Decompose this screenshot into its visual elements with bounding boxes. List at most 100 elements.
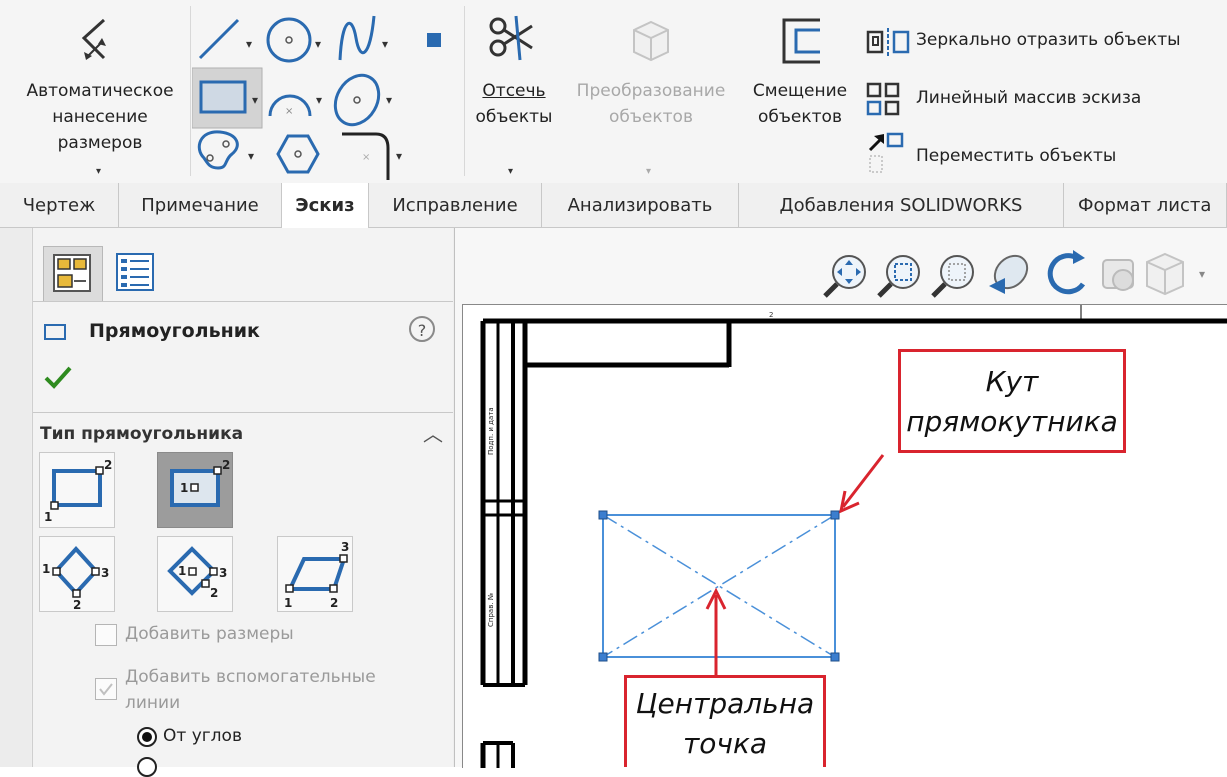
parallelogram-icon: 3 1 2 bbox=[284, 540, 349, 610]
zoom-to-area-icon[interactable] bbox=[877, 255, 920, 298]
corner-arrow bbox=[838, 454, 885, 514]
chevron-down-icon[interactable]: ▾ bbox=[96, 166, 101, 177]
polygon-icon[interactable] bbox=[276, 134, 320, 174]
add-construction-lines-label: Добавить вспомогательные линии bbox=[125, 664, 376, 716]
center-rectangle-icon: 1 2 bbox=[170, 458, 230, 507]
chevron-down-icon[interactable]: ▾ bbox=[508, 166, 513, 177]
rect-type-3pt-center[interactable]: 1 3 2 bbox=[157, 536, 233, 612]
ok-checkmark-icon[interactable] bbox=[43, 364, 73, 390]
svg-text:1: 1 bbox=[180, 481, 188, 495]
divider bbox=[33, 412, 453, 413]
trim-button[interactable]: Отсечь объекты ▾ bbox=[466, 8, 562, 178]
rect-type-corner[interactable]: 2 1 bbox=[39, 452, 115, 528]
svg-text:2: 2 bbox=[330, 596, 338, 610]
svg-text:▾: ▾ bbox=[1199, 267, 1205, 281]
svg-text:×: × bbox=[362, 152, 370, 163]
arc-icon[interactable]: × ▾ bbox=[268, 93, 322, 117]
previous-view-icon[interactable] bbox=[931, 255, 974, 298]
trim-label-2: объекты bbox=[475, 107, 553, 127]
add-construction-label-2: линии bbox=[125, 693, 181, 713]
svg-text:2: 2 bbox=[210, 586, 218, 600]
corner-point[interactable] bbox=[830, 510, 840, 520]
offset-icon bbox=[782, 18, 820, 64]
svg-text:▾: ▾ bbox=[315, 37, 321, 51]
center-arrow bbox=[705, 587, 727, 681]
center-callout-line-1: Центральна bbox=[635, 687, 815, 720]
view-orientation-icon[interactable]: ▾ bbox=[1146, 252, 1205, 296]
svg-text:2: 2 bbox=[222, 458, 230, 472]
corner-callout: Кут прямокутника bbox=[898, 349, 1126, 453]
fillet-icon[interactable]: × ▾ bbox=[342, 132, 402, 180]
add-dimensions-checkbox[interactable] bbox=[95, 624, 117, 646]
checkmark-icon bbox=[99, 683, 113, 696]
tab-sheet-format[interactable]: Формат листа bbox=[1064, 183, 1227, 227]
point-icon[interactable] bbox=[427, 33, 441, 47]
command-manager-tabs: Чертеж Примечание Эскиз Исправление Анал… bbox=[0, 183, 1227, 228]
zoom-to-fit-icon[interactable] bbox=[823, 255, 866, 298]
chevron-down-icon[interactable]: ▾ bbox=[646, 166, 651, 177]
circle-icon[interactable]: ▾ bbox=[266, 17, 321, 63]
from-corners-radio[interactable] bbox=[137, 727, 157, 747]
line-icon[interactable]: ▾ bbox=[198, 18, 252, 60]
collapse-chevron-icon[interactable]: ︿ bbox=[423, 418, 443, 447]
convert-label-1: Преобразование bbox=[576, 81, 726, 101]
tab-drawing[interactable]: Чертеж bbox=[0, 183, 119, 227]
offset-entities-button[interactable]: Смещение объектов bbox=[740, 8, 860, 178]
offset-label-1: Смещение bbox=[752, 81, 848, 101]
tab-evaluate[interactable]: Исправление bbox=[369, 183, 542, 227]
move-entities-button[interactable]: Переместить объекты bbox=[862, 132, 1222, 176]
tab-annotation[interactable]: Примечание bbox=[119, 183, 282, 227]
rect-type-3pt-corner[interactable]: 1 3 2 bbox=[39, 536, 115, 612]
corner-point[interactable] bbox=[830, 652, 840, 662]
feature-manager-tab[interactable] bbox=[43, 246, 103, 302]
scissors-icon bbox=[489, 15, 533, 61]
property-manager-tab[interactable] bbox=[105, 246, 163, 300]
pan-icon[interactable] bbox=[988, 249, 1033, 294]
svg-text:3: 3 bbox=[219, 566, 227, 580]
linear-pattern-button[interactable]: Линейный массив эскиза bbox=[862, 80, 1222, 120]
mirror-entities-button[interactable]: Зеркально отразить объекты bbox=[862, 26, 1222, 60]
smart-dimension-label-2: нанесение bbox=[52, 107, 148, 127]
sketch-tools-grid: ▾ ▾ ▾ ▾ × ▾ ▾ ▾ × ▾ bbox=[192, 15, 441, 180]
rotate-view-icon[interactable] bbox=[1047, 250, 1086, 295]
convert-entities-button[interactable]: Преобразование объектов ▾ bbox=[562, 8, 740, 178]
smart-dimension-icon bbox=[81, 18, 106, 60]
sketch-rectangle[interactable] bbox=[598, 510, 840, 662]
move-icon bbox=[868, 132, 904, 173]
tab-sketch[interactable]: Эскиз bbox=[282, 183, 369, 228]
corner-point[interactable] bbox=[598, 652, 608, 662]
help-button[interactable]: ? bbox=[409, 316, 435, 342]
help-icon: ? bbox=[417, 321, 427, 340]
rect-type-center[interactable]: 1 2 bbox=[157, 452, 233, 528]
rect-type-parallelogram[interactable]: 3 1 2 bbox=[277, 536, 353, 612]
svg-text:3: 3 bbox=[341, 540, 349, 554]
svg-text:1: 1 bbox=[284, 596, 292, 610]
convert-label-2: объектов bbox=[609, 107, 693, 127]
move-label: Переместить объекты bbox=[916, 146, 1117, 166]
rectangle-icon bbox=[44, 324, 66, 340]
ribbon-separator bbox=[190, 6, 191, 176]
display-style-icon[interactable] bbox=[1102, 259, 1134, 291]
corner-rectangle-icon: 2 1 bbox=[44, 458, 112, 524]
svg-text:1: 1 bbox=[178, 564, 186, 578]
linear-pattern-icon bbox=[866, 82, 900, 116]
tab-analyze[interactable]: Анализировать bbox=[542, 183, 739, 227]
center-callout: Центральна точка bbox=[624, 675, 826, 767]
from-corners-label: От углов bbox=[163, 726, 242, 746]
property-manager-content: Прямоугольник ? Тип прямоугольника ︿ 2 1 bbox=[32, 228, 453, 777]
spline-icon[interactable]: ▾ bbox=[338, 15, 388, 61]
corner-point[interactable] bbox=[598, 510, 608, 520]
add-construction-lines-checkbox[interactable] bbox=[95, 678, 117, 700]
center-callout-line-2: точка bbox=[682, 727, 768, 760]
from-midpoints-radio[interactable] bbox=[137, 757, 157, 777]
rectangle-icon[interactable]: ▾ bbox=[192, 67, 263, 129]
svg-text:▾: ▾ bbox=[386, 93, 392, 107]
svg-text:▾: ▾ bbox=[382, 37, 388, 51]
smart-dimension-button[interactable]: Автоматическое нанесение размеров ▾ bbox=[8, 8, 192, 178]
slot-icon[interactable]: ▾ bbox=[197, 130, 254, 170]
mirror-icon bbox=[866, 28, 910, 56]
svg-text:2: 2 bbox=[104, 458, 112, 472]
tab-solidworks-addins[interactable]: Добавления SOLIDWORKS bbox=[739, 183, 1064, 227]
ellipse-icon[interactable]: ▾ bbox=[327, 67, 392, 132]
property-manager-panel: Прямоугольник ? Тип прямоугольника ︿ 2 1 bbox=[0, 228, 455, 777]
